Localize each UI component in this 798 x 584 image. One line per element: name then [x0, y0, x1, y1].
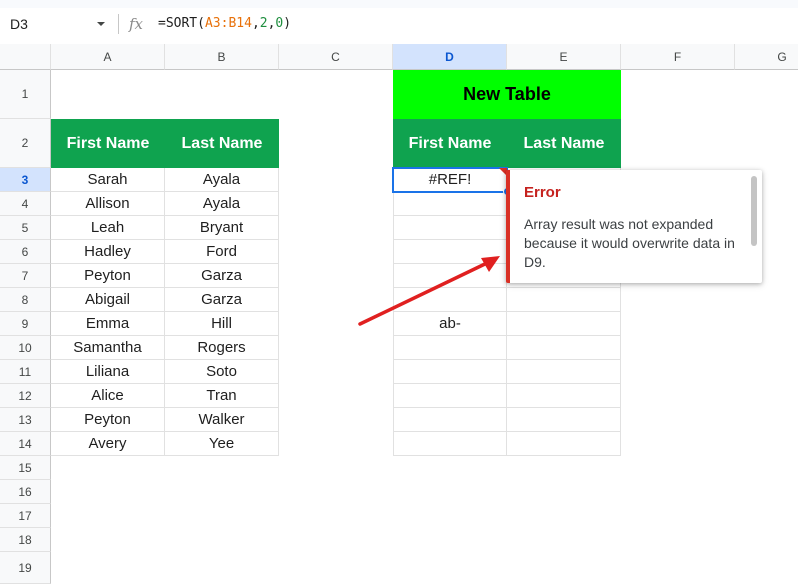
red-arrow-annotation	[358, 256, 500, 326]
